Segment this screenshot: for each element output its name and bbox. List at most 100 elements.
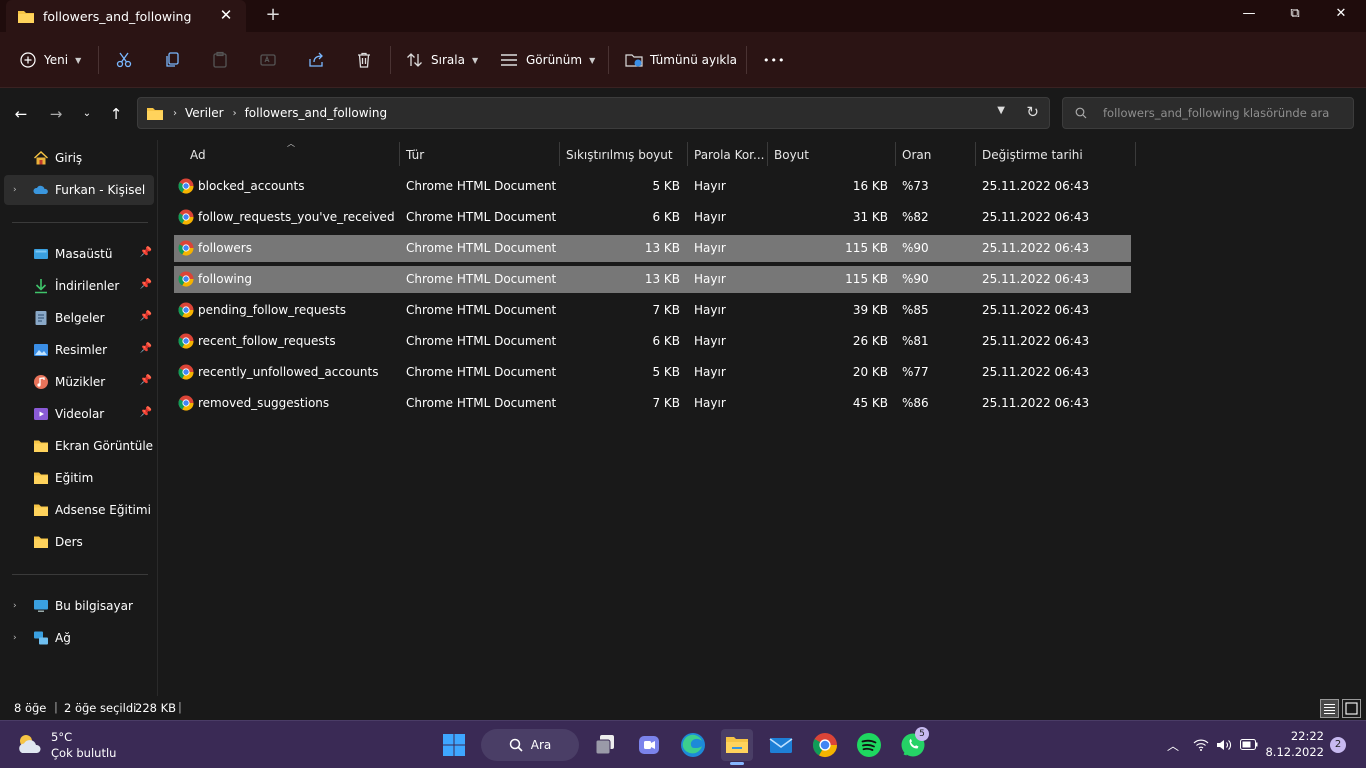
column-header-name[interactable]: Ad <box>190 142 206 168</box>
edge-button[interactable] <box>677 729 709 761</box>
column-header-password[interactable]: Parola Kor... <box>694 142 764 168</box>
task-view-button[interactable] <box>589 729 621 761</box>
sidebar-item-screenshots[interactable]: Ekran Görüntüleri <box>4 431 154 461</box>
file-row[interactable]: blocked_accounts Chrome HTML Document 5 … <box>174 173 1131 200</box>
sidebar-item-videos[interactable]: Videolar 📌 <box>4 399 154 429</box>
column-divider[interactable] <box>975 142 976 166</box>
file-row[interactable]: removed_suggestions Chrome HTML Document… <box>174 390 1131 417</box>
column-label: Boyut <box>774 148 809 162</box>
cut-button[interactable] <box>115 44 133 76</box>
sidebar-item-downloads[interactable]: İndirilenler 📌 <box>4 271 154 301</box>
new-button[interactable]: Yeni ▼ <box>20 44 81 76</box>
column-divider[interactable] <box>559 142 560 166</box>
up-button[interactable]: ↑ <box>105 103 127 125</box>
view-button[interactable]: Görünüm ▼ <box>500 44 595 76</box>
new-tab-button[interactable]: + <box>262 5 284 27</box>
sidebar-item-desktop[interactable]: Masaüstü 📌 <box>4 239 154 269</box>
delete-button[interactable] <box>355 44 373 76</box>
thumbnails-view-button[interactable] <box>1342 699 1361 718</box>
column-divider[interactable] <box>399 142 400 166</box>
more-options-button[interactable]: ••• <box>763 44 785 76</box>
pin-icon[interactable]: 📌 <box>140 375 152 386</box>
sidebar-item-music[interactable]: Müzikler 📌 <box>4 367 154 397</box>
rename-button[interactable] <box>259 44 277 76</box>
spotify-button[interactable] <box>853 729 885 761</box>
address-bar[interactable]: › Veriler › followers_and_following ▼ ↻ <box>137 97 1050 129</box>
chevron-up-icon[interactable]: ︿ <box>1167 737 1179 754</box>
sort-button[interactable]: Sırala ▼ <box>406 44 478 76</box>
column-divider[interactable] <box>895 142 896 166</box>
file-row-selected[interactable]: following Chrome HTML Document 13 KB Hay… <box>174 266 1131 293</box>
trash-icon <box>358 52 370 68</box>
sidebar-item-network[interactable]: › Ağ <box>4 623 154 653</box>
notification-count-badge[interactable]: 2 <box>1330 737 1346 753</box>
extract-all-button[interactable]: Tümünü ayıkla <box>625 44 737 76</box>
column-divider[interactable] <box>687 142 688 166</box>
file-row[interactable]: follow_requests_you've_received Chrome H… <box>174 204 1131 231</box>
column-header-size[interactable]: Boyut <box>774 142 809 168</box>
column-header-ratio[interactable]: Oran <box>902 142 931 168</box>
sidebar-item-documents[interactable]: Belgeler 📌 <box>4 303 154 333</box>
start-button[interactable] <box>438 729 470 761</box>
videos-icon <box>34 408 48 420</box>
chevron-right-icon[interactable]: › <box>13 633 17 643</box>
wifi-icon[interactable] <box>1193 738 1209 752</box>
chevron-right-icon[interactable]: › <box>13 601 17 611</box>
pin-icon[interactable]: 📌 <box>140 279 152 290</box>
chevron-right-icon[interactable]: › <box>13 185 17 195</box>
close-tab-icon[interactable]: ✕ <box>218 7 234 23</box>
file-password: Hayır <box>694 365 726 379</box>
pin-icon[interactable]: 📌 <box>140 311 152 322</box>
restore-button[interactable]: ⧉ <box>1272 0 1318 30</box>
column-divider[interactable] <box>1135 142 1136 166</box>
search-box[interactable]: followers_and_following klasöründe ara <box>1062 97 1354 129</box>
column-header-compressed-size[interactable]: Sıkıştırılmış boyut <box>566 142 673 168</box>
file-modified: 25.11.2022 06:43 <box>982 241 1090 255</box>
file-modified: 25.11.2022 06:43 <box>982 334 1090 348</box>
whatsapp-button[interactable]: 5 <box>897 727 929 761</box>
chevron-down-icon: ▼ <box>75 55 82 65</box>
file-row[interactable]: recent_follow_requests Chrome HTML Docum… <box>174 328 1131 355</box>
file-ratio: %86 <box>902 396 929 410</box>
folder-icon <box>147 107 163 120</box>
column-divider[interactable] <box>767 142 768 166</box>
back-button[interactable]: ← <box>10 103 32 125</box>
sidebar-item-pictures[interactable]: Resimler 📌 <box>4 335 154 365</box>
forward-button[interactable]: → <box>45 103 67 125</box>
taskbar-search[interactable]: Ara <box>481 729 579 761</box>
column-header-type[interactable]: Tür <box>406 142 424 168</box>
column-header-modified[interactable]: Değiştirme tarihi <box>982 142 1083 168</box>
mail-button[interactable] <box>765 729 797 761</box>
minimize-button[interactable]: — <box>1226 0 1272 30</box>
sidebar-item-onedrive[interactable]: › Furkan - Kişisel <box>4 175 154 205</box>
refresh-icon[interactable]: ↻ <box>1026 103 1039 121</box>
volume-icon[interactable] <box>1216 738 1232 752</box>
breadcrumb-item[interactable]: followers_and_following <box>245 106 387 120</box>
recent-locations-button[interactable]: ⌄ <box>76 103 98 125</box>
sidebar-item-adsense[interactable]: Adsense Eğitimi Ge <box>4 495 154 525</box>
pin-icon[interactable]: 📌 <box>140 247 152 258</box>
close-window-button[interactable]: ✕ <box>1318 0 1364 30</box>
file-row[interactable]: pending_follow_requests Chrome HTML Docu… <box>174 297 1131 324</box>
teams-chat-button[interactable] <box>633 729 665 761</box>
battery-icon[interactable] <box>1240 739 1258 750</box>
file-row[interactable]: recently_unfollowed_accounts Chrome HTML… <box>174 359 1131 386</box>
weather-widget[interactable]: 5°C Çok bulutlu <box>14 729 134 761</box>
paste-button[interactable] <box>211 44 229 76</box>
share-button[interactable] <box>307 44 325 76</box>
file-row-selected[interactable]: followers Chrome HTML Document 13 KB Hay… <box>174 235 1131 262</box>
sidebar-item-ders[interactable]: Ders <box>4 527 154 557</box>
window-tab[interactable]: followers_and_following ✕ <box>6 0 246 32</box>
sidebar-item-egitim[interactable]: Eğitim <box>4 463 154 493</box>
details-view-button[interactable] <box>1320 699 1339 718</box>
chrome-button[interactable] <box>809 729 841 761</box>
sidebar-item-home[interactable]: Giriş <box>4 143 154 173</box>
pin-icon[interactable]: 📌 <box>140 407 152 418</box>
breadcrumb-item[interactable]: Veriler <box>185 106 224 120</box>
sidebar-item-this-pc[interactable]: › Bu bilgisayar <box>4 591 154 621</box>
clock[interactable]: 22:22 8.12.2022 <box>1262 728 1324 762</box>
chevron-down-icon[interactable]: ▼ <box>997 105 1005 116</box>
copy-button[interactable] <box>163 44 181 76</box>
pin-icon[interactable]: 📌 <box>140 343 152 354</box>
file-explorer-button[interactable] <box>721 729 753 765</box>
